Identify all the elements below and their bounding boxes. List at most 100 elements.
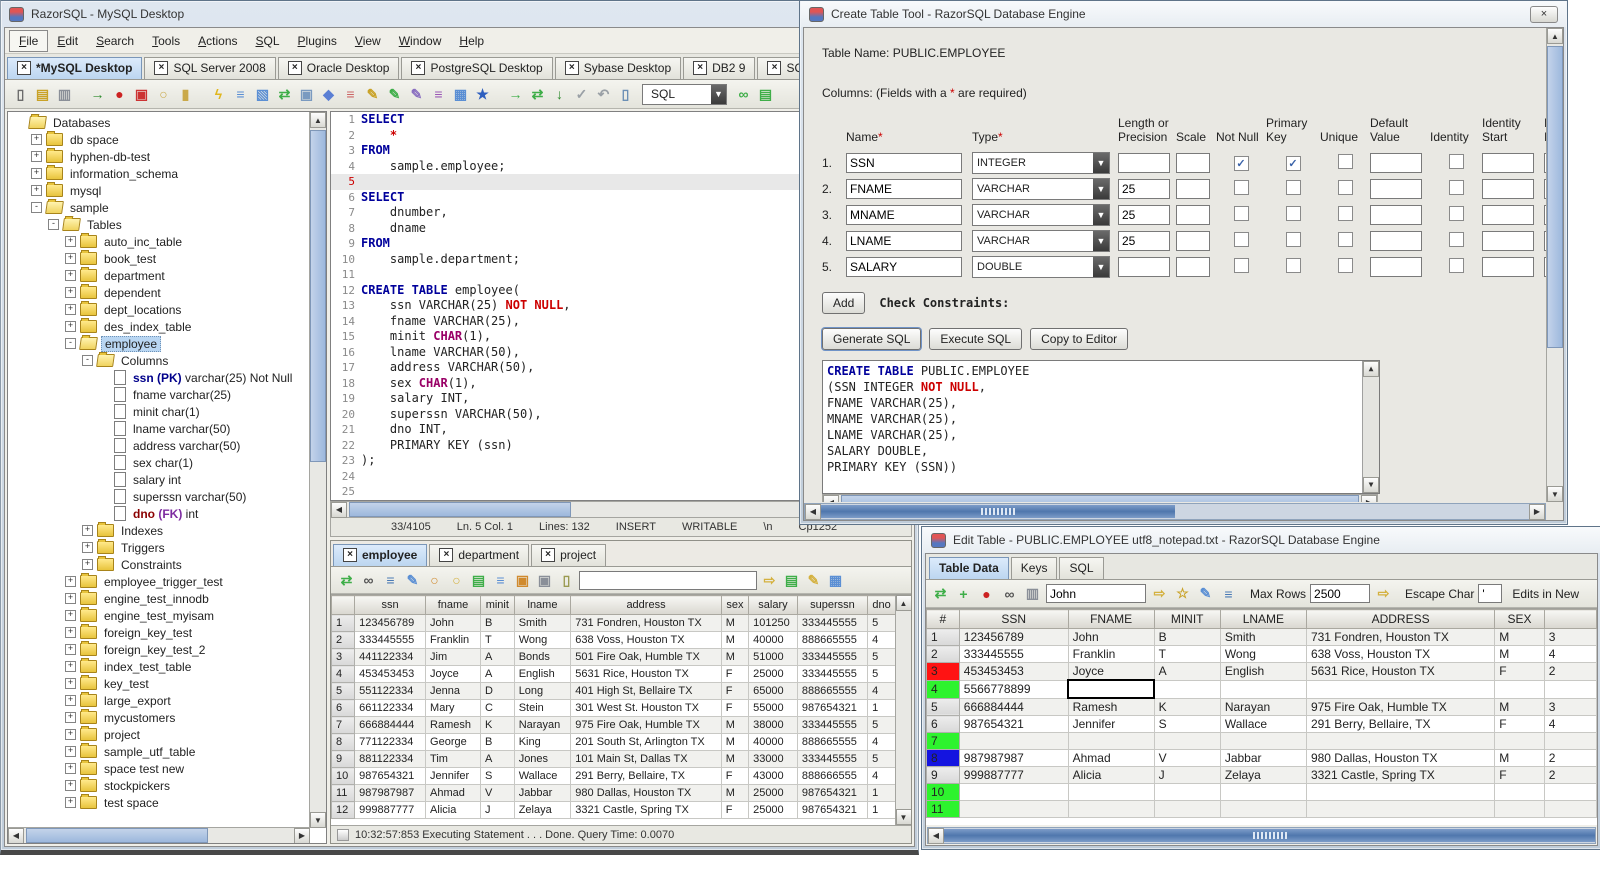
expand-icon[interactable]: + <box>65 644 76 655</box>
pencil-icon[interactable]: ✎ <box>403 571 422 590</box>
data-cell[interactable]: 453453453 <box>958 662 1069 681</box>
data-cell[interactable]: 881122334 <box>354 750 427 768</box>
tree-item[interactable]: +salary int <box>8 471 310 488</box>
data-cell[interactable]: 731 Fondren, Houston TX <box>570 614 722 632</box>
not-null-checkbox[interactable] <box>1233 232 1249 247</box>
wand-icon[interactable]: ☆ <box>1173 584 1192 603</box>
column-header-minit[interactable]: minit <box>479 595 515 615</box>
data-cell[interactable]: J <box>1153 766 1221 784</box>
row-number-cell[interactable]: 3 <box>926 662 960 681</box>
data-cell[interactable]: S <box>479 767 515 785</box>
close-tab-icon[interactable]: × <box>564 61 579 75</box>
data-cell[interactable]: F <box>720 699 750 717</box>
close-tab-icon[interactable]: × <box>541 548 556 562</box>
tree-item[interactable]: + db space <box>8 131 310 148</box>
expand-icon[interactable]: + <box>31 151 42 162</box>
data-cell[interactable] <box>1067 783 1155 801</box>
scroll-right-arrow-icon[interactable]: ▶ <box>1529 503 1545 520</box>
data-cell[interactable]: 975 Fire Oak, Humble TX <box>1305 697 1496 716</box>
results-search-input[interactable] <box>579 570 757 590</box>
menu-item-window[interactable]: Window <box>390 31 451 51</box>
expand-icon[interactable]: + <box>65 627 76 638</box>
data-cell[interactable]: 2 <box>1543 662 1597 681</box>
row-number-cell[interactable]: 5 <box>331 682 356 700</box>
expand-icon[interactable]: + <box>82 542 93 553</box>
add-column-button[interactable]: Add <box>822 292 866 314</box>
data-cell[interactable]: Franklin <box>1067 645 1155 663</box>
validate-icon[interactable]: ✓ <box>572 85 591 104</box>
tree-item[interactable]: + engine_test_myisam <box>8 607 310 624</box>
db-stack-icon[interactable]: ≡ <box>341 85 360 104</box>
results-tab[interactable]: × employee <box>333 544 428 566</box>
scroll-right-arrow-icon[interactable]: ▶ <box>1361 494 1377 502</box>
data-cell[interactable]: 661122334 <box>354 699 427 717</box>
tree-item-label[interactable]: dept_locations <box>101 303 184 317</box>
expand-icon[interactable]: + <box>65 780 76 791</box>
data-cell[interactable]: F <box>1494 662 1545 681</box>
escape-char-input[interactable] <box>1478 584 1503 603</box>
data-cell[interactable]: Franklin <box>425 631 481 649</box>
column-icon[interactable]: ▮ <box>176 85 195 104</box>
row-number-cell[interactable]: 4 <box>331 665 356 683</box>
close-tab-icon[interactable]: × <box>439 548 454 562</box>
data-cell[interactable]: 101250 <box>748 614 798 632</box>
row-number-cell[interactable]: 11 <box>331 784 356 802</box>
data-cell[interactable]: 65000 <box>748 682 798 700</box>
tree-item-label[interactable]: minit char(1) <box>130 405 203 419</box>
data-cell[interactable] <box>1543 732 1597 750</box>
collapse-icon[interactable]: - <box>82 355 93 366</box>
column-name-input[interactable] <box>846 257 962 277</box>
describe-icon[interactable]: ∞ <box>734 85 753 104</box>
generated-sql-box[interactable]: CREATE TABLE PUBLIC.EMPLOYEE (SSN INTEGER… <box>822 360 1380 494</box>
tree-item[interactable]: + hyphen-db-test <box>8 148 310 165</box>
tree-item-label[interactable]: salary int <box>130 473 184 487</box>
data-cell[interactable] <box>1219 783 1307 801</box>
default-value-input[interactable] <box>1370 231 1422 251</box>
data-cell[interactable]: 980 Dallas, Houston TX <box>1305 749 1496 767</box>
row-number-cell[interactable]: 10 <box>331 767 356 785</box>
tree-item[interactable]: + auto_inc_table <box>8 233 310 250</box>
data-cell[interactable]: D <box>479 682 515 700</box>
data-cell[interactable]: 5631 Rice, Houston TX <box>570 665 722 683</box>
menu-item-file[interactable]: File <box>9 29 49 52</box>
data-cell[interactable]: V <box>1153 749 1221 767</box>
scroll-down-arrow-icon[interactable]: ▼ <box>310 812 326 828</box>
tree-item[interactable]: + information_schema <box>8 165 310 182</box>
expand-icon[interactable]: + <box>65 321 76 332</box>
row-number-cell[interactable]: 9 <box>926 766 960 784</box>
close-icon[interactable]: × <box>1530 5 1558 23</box>
data-cell[interactable]: K <box>1153 697 1221 716</box>
tree-item-label[interactable]: dno (FK) int <box>130 507 201 521</box>
data-cell[interactable]: J <box>479 801 515 819</box>
new-file-icon[interactable]: ▯ <box>11 85 30 104</box>
primary-key-checkbox[interactable] <box>1285 206 1301 221</box>
column-name-input[interactable] <box>846 153 962 173</box>
data-cell[interactable]: 333445555 <box>796 648 869 666</box>
data-cell[interactable]: 4 <box>867 631 896 649</box>
scroll-left-arrow-icon[interactable]: ◀ <box>8 827 24 843</box>
tree-item-label[interactable]: superssn varchar(50) <box>130 490 249 504</box>
data-cell[interactable] <box>1153 679 1221 699</box>
identity-checkbox[interactable] <box>1448 206 1464 221</box>
tree-item[interactable]: +ssn (PK) varchar(25) Not Null <box>8 369 310 386</box>
row-number-cell[interactable]: 10 <box>926 783 960 801</box>
data-cell[interactable] <box>1305 732 1496 750</box>
tree-item[interactable]: +minit char(1) <box>8 403 310 420</box>
connection-tab[interactable]: × *MySQL Desktop <box>7 57 143 79</box>
column-type-select[interactable]: DOUBLE ▼ <box>972 256 1110 278</box>
tree-item[interactable]: + test space <box>8 794 310 811</box>
data-cell[interactable]: 987987987 <box>354 784 427 802</box>
column-type-select[interactable]: VARCHAR ▼ <box>972 204 1110 226</box>
data-cell[interactable]: 888665555 <box>796 631 869 649</box>
tree-item-label[interactable]: Indexes <box>118 524 166 538</box>
not-null-checkbox[interactable]: ✓ <box>1233 155 1249 171</box>
expand-icon[interactable]: + <box>65 712 76 723</box>
tree-item-label[interactable]: Tables <box>84 218 125 232</box>
expand-icon[interactable]: + <box>65 576 76 587</box>
tree-item[interactable]: +lname varchar(50) <box>8 420 310 437</box>
tree-horizontal-scrollbar[interactable]: ◀ ▶ <box>8 827 310 843</box>
data-cell[interactable] <box>1153 783 1221 801</box>
data-cell[interactable]: V <box>479 784 515 802</box>
tree-item-label[interactable]: key_test <box>101 677 152 691</box>
connection-tab[interactable]: × Sybase Desktop <box>554 57 682 79</box>
